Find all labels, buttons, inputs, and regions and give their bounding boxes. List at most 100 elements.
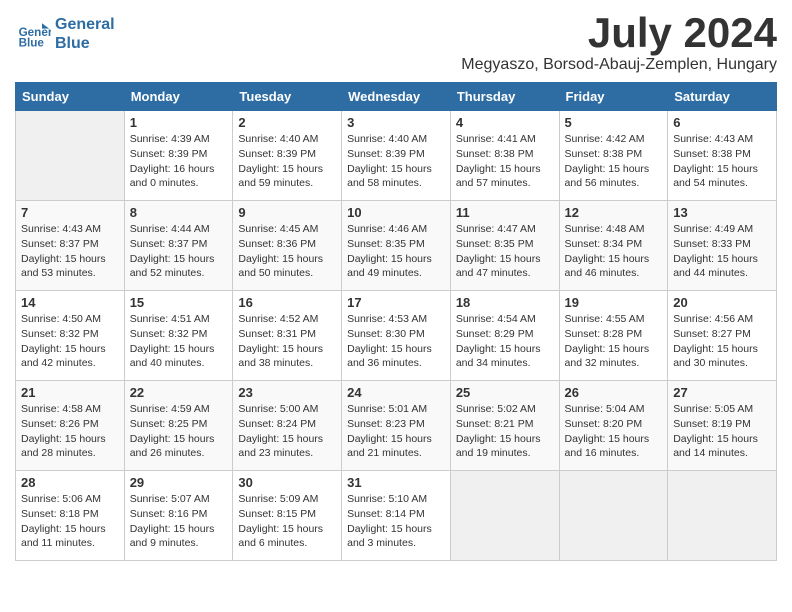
day-info: Sunrise: 5:10 AMSunset: 8:14 PMDaylight:…	[347, 492, 445, 551]
calendar-week-row: 7Sunrise: 4:43 AMSunset: 8:37 PMDaylight…	[16, 201, 777, 291]
day-info: Sunrise: 4:53 AMSunset: 8:30 PMDaylight:…	[347, 312, 445, 371]
calendar-cell: 15Sunrise: 4:51 AMSunset: 8:32 PMDayligh…	[124, 291, 233, 381]
header-monday: Monday	[124, 83, 233, 111]
day-number: 2	[238, 115, 336, 130]
day-number: 14	[21, 295, 119, 310]
day-number: 23	[238, 385, 336, 400]
day-number: 6	[673, 115, 771, 130]
calendar-cell: 28 Sunrise: 5:06 AMSunset: 8:18 PMDayligh…	[16, 471, 125, 561]
day-number: 26	[565, 385, 663, 400]
day-info: Sunrise: 4:51 AMSunset: 8:32 PMDaylight:…	[130, 312, 228, 371]
header-friday: Friday	[559, 83, 668, 111]
day-number: 4	[456, 115, 554, 130]
logo: General Blue General Blue	[15, 15, 115, 53]
calendar-cell: 1Sunrise: 4:39 AMSunset: 8:39 PMDaylight…	[124, 111, 233, 201]
calendar-cell: 26Sunrise: 5:04 AMSunset: 8:20 PMDayligh…	[559, 381, 668, 471]
header-saturday: Saturday	[668, 83, 777, 111]
day-info: Sunrise: 4:56 AMSunset: 8:27 PMDaylight:…	[673, 312, 771, 371]
logo-text-general: General	[55, 15, 115, 34]
day-number: 1	[130, 115, 228, 130]
day-number: 13	[673, 205, 771, 220]
day-number: 17	[347, 295, 445, 310]
calendar-cell: 13 Sunrise: 4:49 AMSunset: 8:33 PMDayligh…	[668, 201, 777, 291]
day-info: Sunrise: 4:48 AMSunset: 8:34 PMDaylight:…	[565, 222, 663, 281]
day-number: 19	[565, 295, 663, 310]
day-number: 9	[238, 205, 336, 220]
calendar-cell: 14Sunrise: 4:50 AMSunset: 8:32 PMDayligh…	[16, 291, 125, 381]
calendar-cell: 21 Sunrise: 4:58 AMSunset: 8:26 PMDayligh…	[16, 381, 125, 471]
calendar-cell: 9 Sunrise: 4:45 AMSunset: 8:36 PMDaylight…	[233, 201, 342, 291]
day-info: Sunrise: 4:41 AMSunset: 8:38 PMDaylight:…	[456, 132, 554, 191]
calendar-cell: 10 Sunrise: 4:46 AMSunset: 8:35 PMDayligh…	[342, 201, 451, 291]
day-number: 10	[347, 205, 445, 220]
day-number: 18	[456, 295, 554, 310]
day-info: Sunrise: 4:40 AMSunset: 8:39 PMDaylight:…	[347, 132, 445, 191]
day-info: Sunrise: 4:47 AMSunset: 8:35 PMDaylight:…	[456, 222, 554, 281]
calendar-cell: 17 Sunrise: 4:53 AMSunset: 8:30 PMDayligh…	[342, 291, 451, 381]
calendar-cell: 8 Sunrise: 4:44 AMSunset: 8:37 PMDaylight…	[124, 201, 233, 291]
month-year-title: July 2024	[461, 10, 777, 56]
calendar-cell: 19 Sunrise: 4:55 AMSunset: 8:28 PMDayligh…	[559, 291, 668, 381]
day-info: Sunrise: 5:05 AMSunset: 8:19 PMDaylight:…	[673, 402, 771, 461]
day-number: 31	[347, 475, 445, 490]
day-info: Sunrise: 4:55 AMSunset: 8:28 PMDaylight:…	[565, 312, 663, 371]
day-number: 12	[565, 205, 663, 220]
day-number: 30	[238, 475, 336, 490]
header-thursday: Thursday	[450, 83, 559, 111]
day-info: Sunrise: 4:52 AMSunset: 8:31 PMDaylight:…	[238, 312, 336, 371]
header-tuesday: Tuesday	[233, 83, 342, 111]
day-info: Sunrise: 4:40 AMSunset: 8:39 PMDaylight:…	[238, 132, 336, 191]
calendar-week-row: 28 Sunrise: 5:06 AMSunset: 8:18 PMDayligh…	[16, 471, 777, 561]
header-wednesday: Wednesday	[342, 83, 451, 111]
day-number: 22	[130, 385, 228, 400]
calendar-cell: 4 Sunrise: 4:41 AMSunset: 8:38 PMDaylight…	[450, 111, 559, 201]
calendar-cell: 31 Sunrise: 5:10 AMSunset: 8:14 PMDayligh…	[342, 471, 451, 561]
calendar-week-row: 21 Sunrise: 4:58 AMSunset: 8:26 PMDayligh…	[16, 381, 777, 471]
calendar-cell: 3 Sunrise: 4:40 AMSunset: 8:39 PMDaylight…	[342, 111, 451, 201]
calendar-cell	[559, 471, 668, 561]
calendar-header-row: Sunday Monday Tuesday Wednesday Thursday…	[16, 83, 777, 111]
location-subtitle: Megyaszo, Borsod-Abauj-Zemplen, Hungary	[461, 56, 777, 74]
calendar-week-row: 14Sunrise: 4:50 AMSunset: 8:32 PMDayligh…	[16, 291, 777, 381]
day-info: Sunrise: 4:44 AMSunset: 8:37 PMDaylight:…	[130, 222, 228, 281]
calendar-cell: 16Sunrise: 4:52 AMSunset: 8:31 PMDayligh…	[233, 291, 342, 381]
header-sunday: Sunday	[16, 83, 125, 111]
calendar-cell	[16, 111, 125, 201]
day-info: Sunrise: 4:45 AMSunset: 8:36 PMDaylight:…	[238, 222, 336, 281]
day-info: Sunrise: 4:46 AMSunset: 8:35 PMDaylight:…	[347, 222, 445, 281]
day-info: Sunrise: 5:02 AMSunset: 8:21 PMDaylight:…	[456, 402, 554, 461]
calendar-cell: 27 Sunrise: 5:05 AMSunset: 8:19 PMDayligh…	[668, 381, 777, 471]
calendar-cell: 5Sunrise: 4:42 AMSunset: 8:38 PMDaylight…	[559, 111, 668, 201]
calendar-cell	[668, 471, 777, 561]
day-number: 28	[21, 475, 119, 490]
calendar-cell: 12 Sunrise: 4:48 AMSunset: 8:34 PMDayligh…	[559, 201, 668, 291]
calendar-table: Sunday Monday Tuesday Wednesday Thursday…	[15, 82, 777, 561]
calendar-cell: 18Sunrise: 4:54 AMSunset: 8:29 PMDayligh…	[450, 291, 559, 381]
calendar-cell: 2 Sunrise: 4:40 AMSunset: 8:39 PMDaylight…	[233, 111, 342, 201]
day-info: Sunrise: 5:07 AMSunset: 8:16 PMDaylight:…	[130, 492, 228, 551]
day-info: Sunrise: 5:09 AMSunset: 8:15 PMDaylight:…	[238, 492, 336, 551]
day-number: 11	[456, 205, 554, 220]
day-number: 20	[673, 295, 771, 310]
day-number: 25	[456, 385, 554, 400]
day-number: 8	[130, 205, 228, 220]
day-number: 21	[21, 385, 119, 400]
day-number: 3	[347, 115, 445, 130]
calendar-cell: 29Sunrise: 5:07 AMSunset: 8:16 PMDayligh…	[124, 471, 233, 561]
calendar-cell: 25 Sunrise: 5:02 AMSunset: 8:21 PMDayligh…	[450, 381, 559, 471]
calendar-cell: 23Sunrise: 5:00 AMSunset: 8:24 PMDayligh…	[233, 381, 342, 471]
calendar-week-row: 1Sunrise: 4:39 AMSunset: 8:39 PMDaylight…	[16, 111, 777, 201]
day-info: Sunrise: 4:43 AMSunset: 8:37 PMDaylight:…	[21, 222, 119, 281]
calendar-cell: 22 Sunrise: 4:59 AMSunset: 8:25 PMDayligh…	[124, 381, 233, 471]
day-info: Sunrise: 4:49 AMSunset: 8:33 PMDaylight:…	[673, 222, 771, 281]
day-info: Sunrise: 4:58 AMSunset: 8:26 PMDaylight:…	[21, 402, 119, 461]
calendar-cell: 11 Sunrise: 4:47 AMSunset: 8:35 PMDayligh…	[450, 201, 559, 291]
header: General Blue General Blue July 2024 Megy…	[15, 10, 777, 74]
day-info: Sunrise: 5:06 AMSunset: 8:18 PMDaylight:…	[21, 492, 119, 551]
calendar-cell: 7Sunrise: 4:43 AMSunset: 8:37 PMDaylight…	[16, 201, 125, 291]
day-number: 27	[673, 385, 771, 400]
logo-icon: General Blue	[15, 16, 51, 52]
day-info: Sunrise: 4:42 AMSunset: 8:38 PMDaylight:…	[565, 132, 663, 191]
calendar-cell: 24Sunrise: 5:01 AMSunset: 8:23 PMDayligh…	[342, 381, 451, 471]
day-info: Sunrise: 4:59 AMSunset: 8:25 PMDaylight:…	[130, 402, 228, 461]
